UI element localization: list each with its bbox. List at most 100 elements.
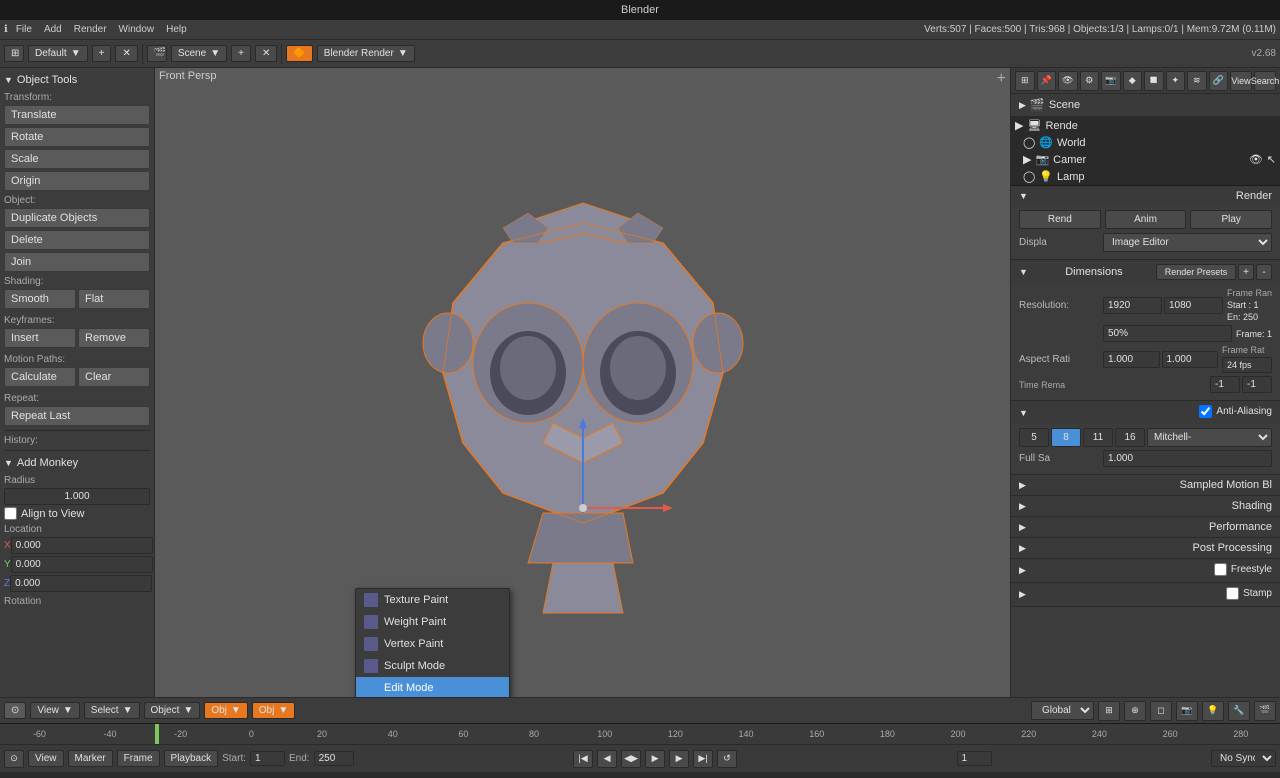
- menu-add[interactable]: Add: [40, 24, 66, 35]
- loc-x-input[interactable]: [11, 537, 153, 554]
- remove-button[interactable]: Remove: [78, 328, 150, 348]
- rp-camera-icon[interactable]: 📷: [1101, 71, 1121, 91]
- aa-16-input[interactable]: [1115, 428, 1145, 447]
- display-select[interactable]: Image Editor: [1103, 233, 1272, 252]
- rend-button[interactable]: Rend: [1019, 210, 1101, 229]
- dim-preset-btn[interactable]: Render Presets: [1156, 264, 1236, 280]
- media-icon[interactable]: 🎬: [1254, 701, 1276, 721]
- performance-header[interactable]: Performance: [1011, 517, 1280, 537]
- dim-remove-btn[interactable]: -: [1256, 264, 1272, 280]
- res-pct-input[interactable]: [1103, 325, 1232, 342]
- rp-search-btn[interactable]: Search: [1254, 71, 1276, 91]
- align-to-view-checkbox[interactable]: [4, 507, 17, 520]
- rp-con-icon[interactable]: 🔗: [1209, 71, 1229, 91]
- rp-mat-icon[interactable]: ◆: [1123, 71, 1143, 91]
- current-frame-input[interactable]: [957, 751, 992, 766]
- freestyle-header[interactable]: Freestyle: [1011, 559, 1280, 582]
- stamp-checkbox[interactable]: [1226, 587, 1239, 600]
- light-icon[interactable]: 💡: [1202, 701, 1224, 721]
- tl-view-btn[interactable]: View: [28, 750, 64, 767]
- smooth-button[interactable]: Smooth: [4, 289, 76, 309]
- viewport-corner[interactable]: +: [997, 70, 1006, 88]
- rp-screen-icon[interactable]: ⊞: [1015, 71, 1035, 91]
- layout-add[interactable]: +: [92, 45, 112, 62]
- scene-close[interactable]: ✕: [255, 45, 277, 62]
- sa-value-input[interactable]: [1103, 450, 1272, 467]
- obj-mode-badge2[interactable]: Obj ▼: [252, 702, 295, 719]
- end-input[interactable]: [314, 751, 354, 766]
- calculate-button[interactable]: Calculate: [4, 367, 76, 387]
- layout-close[interactable]: ✕: [115, 45, 137, 62]
- jump-start-btn[interactable]: |◀: [573, 750, 593, 768]
- scale-button[interactable]: Scale: [4, 149, 150, 169]
- flat-button[interactable]: Flat: [78, 289, 150, 309]
- neg1-input[interactable]: [1210, 376, 1240, 393]
- freestyle-checkbox[interactable]: [1214, 563, 1227, 576]
- aa-filter-select[interactable]: Mitchell-: [1147, 428, 1272, 447]
- tree-render[interactable]: ▶ 🖥 Rende: [1011, 117, 1280, 134]
- delete-button[interactable]: Delete: [4, 230, 150, 250]
- object-dropdown[interactable]: Object ▼: [144, 702, 201, 719]
- play-btn-tl[interactable]: ▶: [645, 750, 665, 768]
- prev-frame-btn[interactable]: ◀: [597, 750, 617, 768]
- rp-eye-icon[interactable]: 👁: [1058, 71, 1078, 91]
- start-input[interactable]: [250, 751, 285, 766]
- rp-view-btn[interactable]: View: [1230, 71, 1252, 91]
- aa-checkbox[interactable]: [1199, 405, 1212, 418]
- insert-button[interactable]: Insert: [4, 328, 76, 348]
- context-menu-vertex-paint[interactable]: Vertex Paint: [356, 633, 509, 655]
- menu-help[interactable]: Help: [162, 24, 191, 35]
- layout-dropdown[interactable]: Default ▼: [28, 45, 88, 62]
- grid-icon[interactable]: ⊞: [1098, 701, 1120, 721]
- tl-marker-btn[interactable]: Marker: [68, 750, 113, 767]
- aspect-x-input[interactable]: [1103, 351, 1160, 368]
- camera-vp-icon[interactable]: 📷: [1176, 701, 1198, 721]
- origin-button[interactable]: Origin: [4, 171, 150, 191]
- loc-z-input[interactable]: [10, 575, 152, 592]
- post-processing-header[interactable]: Post Processing: [1011, 538, 1280, 558]
- translate-button[interactable]: Translate: [4, 105, 150, 125]
- sampled-motion-header[interactable]: Sampled Motion Bl: [1011, 475, 1280, 495]
- rp-tex-icon[interactable]: 🔲: [1144, 71, 1164, 91]
- aa-11-input[interactable]: [1083, 428, 1113, 447]
- tree-camera[interactable]: ▶ 📷 Camer 👁 ↖: [1011, 151, 1280, 168]
- jump-end-btn[interactable]: ▶|: [693, 750, 713, 768]
- sphere-icon[interactable]: ⊕: [1124, 701, 1146, 721]
- scene-dropdown[interactable]: Scene ▼: [171, 45, 227, 62]
- join-button[interactable]: Join: [4, 252, 150, 272]
- aa-8-input[interactable]: [1051, 428, 1081, 447]
- loop-btn[interactable]: ↺: [717, 750, 737, 768]
- loc-y-input[interactable]: [11, 556, 153, 573]
- render-section-header[interactable]: Render: [1011, 186, 1280, 206]
- shading-header-rp[interactable]: Shading: [1011, 496, 1280, 516]
- tree-lamp[interactable]: ◯ 💡 Lamp: [1011, 168, 1280, 185]
- context-menu-edit-mode[interactable]: Edit Mode: [356, 677, 509, 697]
- anim-button[interactable]: Anim: [1105, 210, 1187, 229]
- select-dropdown[interactable]: Select ▼: [84, 702, 140, 719]
- aspect-y-input[interactable]: [1162, 351, 1219, 368]
- tl-playback-btn[interactable]: Playback: [164, 750, 219, 767]
- tree-world[interactable]: ◯ 🌐 World: [1011, 134, 1280, 151]
- obj-mode-badge1[interactable]: Obj ▼: [204, 702, 247, 719]
- rp-phys-icon[interactable]: ≋: [1187, 71, 1207, 91]
- rp-part-icon[interactable]: ✦: [1166, 71, 1186, 91]
- anti-aliasing-header[interactable]: Anti-Aliasing: [1011, 401, 1280, 424]
- rotate-button[interactable]: Rotate: [4, 127, 150, 147]
- tl-circle-btn[interactable]: ⊙: [4, 750, 24, 768]
- play-button[interactable]: Play: [1190, 210, 1272, 229]
- settings-vp-icon[interactable]: 🔧: [1228, 701, 1250, 721]
- sync-select[interactable]: No Sync: [1211, 750, 1276, 767]
- res-y-input[interactable]: [1164, 297, 1223, 314]
- aa-5-input[interactable]: [1019, 428, 1049, 447]
- menu-window[interactable]: Window: [115, 24, 159, 35]
- wire-icon[interactable]: ◻: [1150, 701, 1172, 721]
- dim-add-btn[interactable]: +: [1238, 264, 1254, 280]
- viewport[interactable]: Front Persp +: [155, 68, 1010, 697]
- scene-add[interactable]: +: [231, 45, 251, 62]
- menu-render[interactable]: Render: [70, 24, 111, 35]
- radius-input[interactable]: 1.000: [4, 488, 150, 505]
- tl-frame-btn[interactable]: Frame: [117, 750, 160, 767]
- dimensions-header[interactable]: Dimensions Render Presets + -: [1011, 260, 1280, 284]
- res-x-input[interactable]: [1103, 297, 1162, 314]
- neg1b-input[interactable]: [1242, 376, 1272, 393]
